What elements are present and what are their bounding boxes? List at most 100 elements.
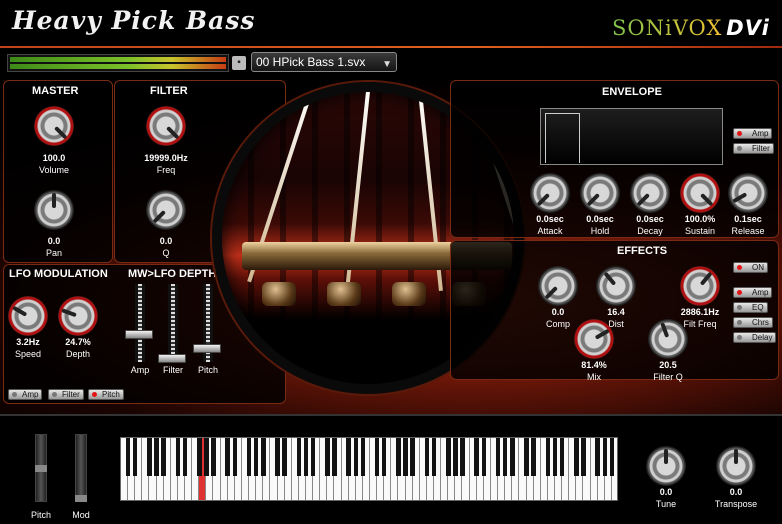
black-key[interactable] [360,438,366,476]
black-key[interactable] [346,438,351,476]
black-key[interactable] [453,438,458,476]
black-key[interactable] [296,438,302,476]
black-key[interactable] [246,438,252,476]
mod-wheel[interactable] [75,434,87,502]
black-key[interactable] [545,438,551,476]
black-key[interactable] [175,438,181,476]
black-key[interactable] [225,438,230,476]
black-key[interactable] [332,438,337,476]
effects-type-eq[interactable]: EQ [733,302,768,313]
black-key[interactable] [132,438,138,476]
black-key[interactable] [609,438,615,476]
black-key[interactable] [481,438,487,476]
black-key[interactable] [552,438,558,476]
mwlfo-pitch-thumb[interactable] [193,343,221,353]
envelope-hold-knob[interactable] [580,173,620,213]
black-key[interactable] [310,438,316,476]
black-key[interactable] [275,438,280,476]
black-key[interactable] [381,438,387,476]
effects-type-chrs[interactable]: Chrs [733,317,773,328]
mwlfo-filter-thumb[interactable] [158,354,186,363]
env-amp-label: Amp [752,129,769,138]
black-key[interactable] [374,438,380,476]
envelope-attack-knob[interactable] [530,173,570,213]
lfo-target-amp[interactable]: Amp [8,389,43,400]
black-key[interactable] [161,438,166,476]
black-key[interactable] [154,438,159,476]
black-key[interactable] [282,438,287,476]
black-key[interactable] [524,438,529,476]
filter-freq-knob[interactable] [146,106,186,146]
lfo-depth-knob[interactable] [58,296,98,336]
black-key[interactable] [204,438,209,476]
envelope-target-filter[interactable]: Filter [733,143,774,154]
black-key[interactable] [147,438,152,476]
black-key[interactable] [595,438,600,476]
lfo-target-filter[interactable]: Filter [48,389,84,400]
pan-knob[interactable] [34,190,74,230]
black-key[interactable] [410,438,415,476]
preset-selector[interactable]: 00 HPick Bass 1.svx ▼ [251,52,397,72]
black-key[interactable] [574,438,579,476]
transpose-knob[interactable] [716,446,756,486]
effects-filt-freq-knob[interactable] [680,266,720,306]
pitch-wheel[interactable] [35,434,47,502]
save-icon[interactable]: ▪ [232,56,246,70]
black-key[interactable] [253,438,259,476]
black-key[interactable] [531,438,536,476]
effects-filter-q-knob[interactable] [648,319,688,359]
mod-wheel-thumb[interactable] [75,495,87,502]
mwlfo-amp-track[interactable] [135,284,145,362]
black-key[interactable] [125,438,131,476]
black-key[interactable] [581,438,586,476]
envelope-hold-pointer [586,193,600,207]
black-key[interactable] [232,438,238,476]
lfo-target-pitch[interactable]: Pitch [88,389,124,400]
lfo-speed-knob[interactable] [8,296,48,336]
black-key[interactable] [182,438,188,476]
filter-q-knob[interactable] [146,190,186,230]
effects-title: EFFECTS [617,245,668,257]
effects-comp-knob[interactable] [538,266,578,306]
effects-filt-freq-value: 2886.1Hz [680,307,720,317]
black-key[interactable] [495,438,501,476]
black-key[interactable] [431,438,437,476]
tune-knob[interactable] [646,446,686,486]
black-key[interactable] [303,438,309,476]
black-key[interactable] [396,438,401,476]
black-key[interactable] [502,438,508,476]
black-key[interactable] [424,438,430,476]
effects-type-amp[interactable]: Amp [733,287,773,298]
envelope-sustain-knob[interactable] [680,173,720,213]
volume-knob[interactable] [34,106,74,146]
piano-keyboard[interactable] [120,437,618,501]
black-key[interactable] [474,438,479,476]
env-amp-led [737,131,742,136]
mwlfo-amp-thumb[interactable] [125,329,153,339]
pitch-wheel-thumb[interactable] [35,465,47,472]
mwlfo-filter-track[interactable] [168,284,178,362]
black-key[interactable] [510,438,515,476]
brand-suffix: DVi [726,16,770,40]
black-key[interactable] [446,438,451,476]
black-key[interactable] [197,438,202,476]
black-key[interactable] [559,438,565,476]
black-key[interactable] [211,438,216,476]
black-key[interactable] [403,438,408,476]
black-key[interactable] [602,438,608,476]
effects-type-delay[interactable]: Delay [733,332,777,343]
envelope-release-knob[interactable] [728,173,768,213]
meter-left [10,57,226,62]
filter-title: FILTER [150,85,188,97]
effects-filter-q-value: 20.5 [659,360,677,370]
effects-mix-knob[interactable] [574,319,614,359]
effects-power-button[interactable]: ON [733,262,768,273]
black-key[interactable] [353,438,359,476]
black-key[interactable] [325,438,330,476]
effects-dist-knob[interactable] [596,266,636,306]
envelope-decay-knob[interactable] [630,173,670,213]
black-key[interactable] [261,438,266,476]
chevron-down-icon[interactable]: ▼ [382,56,392,74]
envelope-target-amp[interactable]: Amp [733,128,773,139]
black-key[interactable] [460,438,465,476]
